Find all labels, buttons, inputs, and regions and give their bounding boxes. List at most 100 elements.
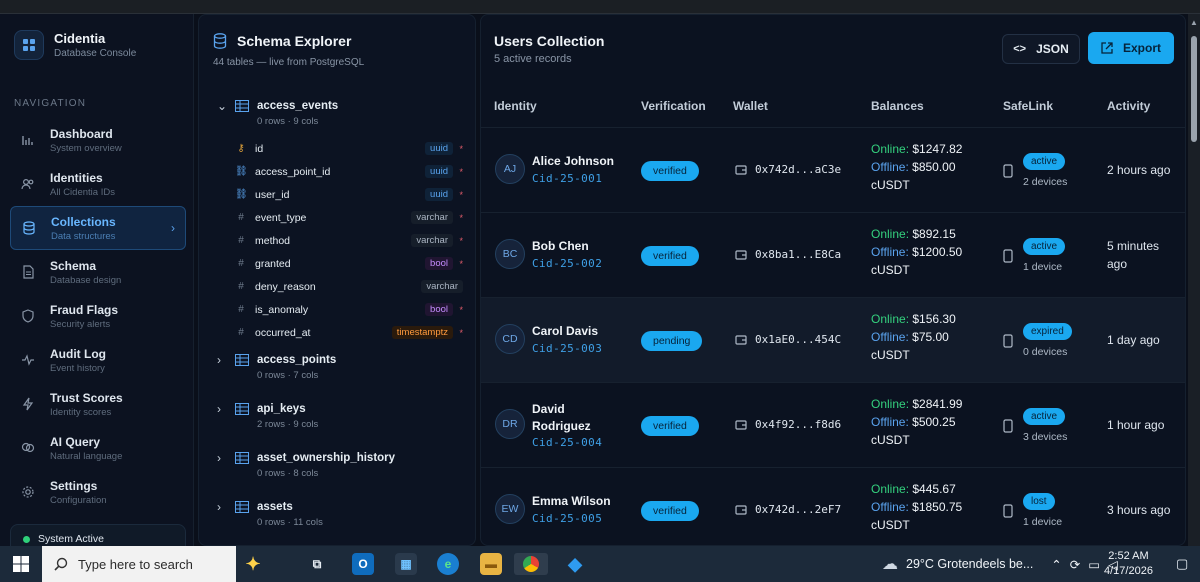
table-row[interactable]: EW Emma Wilson Cid-25-005 verified 0x742…	[481, 467, 1185, 545]
nav-heading: NAVIGATION	[14, 98, 87, 109]
table-row[interactable]: AJ Alice Johnson Cid-25-001 verified 0x7…	[481, 127, 1185, 212]
nav-item-trust-scores[interactable]: Trust Scores Identity scores	[10, 382, 186, 426]
gear-icon	[20, 484, 36, 500]
column-row[interactable]: # method varchar *	[235, 229, 467, 252]
table-row[interactable]: DR David Rodriguez Cid-25-004 verified 0…	[481, 382, 1185, 467]
nav-item-fraud-flags[interactable]: Fraud Flags Security alerts	[10, 294, 186, 338]
task-view-icon[interactable]: ⧉	[306, 553, 328, 575]
online-balance: $892.15	[912, 227, 956, 241]
column-name: method	[255, 234, 291, 247]
offline-balance: $1200.50	[912, 245, 963, 259]
outlook-icon[interactable]: O	[352, 553, 374, 575]
col-header-identity[interactable]: Identity	[494, 99, 537, 113]
avatar: BC	[495, 239, 525, 269]
table-header: Identity Verification Wallet Balances Sa…	[481, 91, 1185, 127]
column-row[interactable]: # is_anomaly bool *	[235, 298, 467, 321]
store-icon[interactable]: ▦	[395, 553, 417, 575]
scrollbar-thumb[interactable]	[1191, 36, 1197, 142]
taskbar-search-box[interactable]: Type here to search	[42, 546, 236, 582]
windows-start-icon[interactable]	[0, 546, 42, 582]
col-header-safelink[interactable]: SafeLink	[1003, 99, 1053, 113]
nav-item-sub: System overview	[50, 142, 122, 154]
required-marker: *	[459, 212, 463, 223]
system-status-label: System Active	[38, 533, 104, 545]
column-row[interactable]: ⛓ access_point_id uuid *	[235, 160, 467, 183]
user-name: Alice Johnson	[532, 154, 615, 168]
edge-icon[interactable]: e	[437, 553, 459, 575]
table-row[interactable]: BC Bob Chen Cid-25-002 verified 0x8ba1..…	[481, 212, 1185, 297]
nav-item-collections[interactable]: Collections Data structures ›	[10, 206, 186, 250]
column-row[interactable]: # granted bool *	[235, 252, 467, 275]
app-subtitle: Database Console	[54, 48, 137, 59]
scroll-up-icon[interactable]: ▲	[1190, 18, 1198, 27]
column-row[interactable]: # occurred_at timestamptz *	[235, 321, 467, 344]
chevron-down-icon[interactable]: ⌄	[217, 99, 231, 113]
network-icon[interactable]: ▭	[1088, 557, 1100, 572]
table-entry-asset-ownership-history[interactable]: › asset_ownership_history 0 rows · 8 cols	[217, 451, 467, 479]
column-row[interactable]: # event_type varchar *	[235, 206, 467, 229]
clock[interactable]: 2:52 AM 4/17/2026	[1104, 549, 1153, 579]
external-link-icon	[1101, 42, 1113, 54]
wallet-cell[interactable]: 0x4f92...f8d6	[735, 418, 841, 431]
table-row[interactable]: CD Carol Davis Cid-25-003 pending 0x1aE0…	[481, 297, 1185, 382]
safelink-status-badge: active	[1023, 238, 1066, 255]
search-icon	[54, 557, 68, 571]
onedrive-icon[interactable]: ⟳	[1070, 557, 1080, 572]
nav-item-ai-query[interactable]: AI Query Natural language	[10, 426, 186, 470]
shield-icon	[20, 308, 36, 324]
device-count: 2 devices	[1023, 176, 1068, 188]
online-balance: $445.67	[912, 482, 956, 496]
table-entry-access-points[interactable]: › access_points 0 rows · 7 cols	[217, 353, 467, 381]
column-row[interactable]: # deny_reason varchar	[235, 275, 467, 298]
table-icon	[235, 501, 249, 513]
app-logo-icon	[14, 30, 44, 60]
online-label: Online:	[871, 227, 910, 241]
col-header-verification[interactable]: Verification	[641, 99, 706, 113]
online-balance: $1247.82	[912, 142, 963, 156]
weather-icon[interactable]: ☁	[882, 554, 898, 574]
chevron-right-icon[interactable]: ›	[217, 451, 231, 465]
table-meta: 0 rows · 7 cols	[257, 370, 319, 381]
json-button[interactable]: <> JSON	[1002, 34, 1080, 64]
col-header-activity[interactable]: Activity	[1107, 99, 1150, 113]
export-button[interactable]: Export	[1088, 32, 1174, 64]
required-marker: *	[459, 304, 463, 315]
column-type: bool	[425, 257, 453, 270]
wallet-cell[interactable]: 0x742d...2eF7	[735, 503, 841, 516]
required-marker: *	[459, 166, 463, 177]
wallet-cell[interactable]: 0x1aE0...454C	[735, 333, 841, 346]
nav-item-identities[interactable]: Identities All Cidentia IDs	[10, 162, 186, 206]
column-row[interactable]: ⛓ user_id uuid *	[235, 183, 467, 206]
chevron-right-icon[interactable]: ›	[217, 402, 231, 416]
file-explorer-icon[interactable]: ▬	[480, 553, 502, 575]
wallet-cell[interactable]: 0x742d...aC3e	[735, 163, 841, 176]
table-entry-assets[interactable]: › assets 0 rows · 11 cols	[217, 500, 467, 528]
chrome-icon[interactable]	[514, 553, 548, 575]
vscode-icon[interactable]: ◆	[564, 553, 586, 575]
nav-item-audit-log[interactable]: Audit Log Event history	[10, 338, 186, 382]
chevron-right-icon[interactable]: ›	[217, 353, 231, 367]
copilot-sparkle-icon[interactable]: ✦	[242, 553, 264, 575]
chevron-right-icon[interactable]: ›	[217, 500, 231, 514]
weather-text[interactable]: 29°C Grotendeels be...	[906, 557, 1033, 571]
page-scrollbar[interactable]: ▲	[1188, 14, 1200, 546]
column-row[interactable]: ⚷ id uuid *	[235, 137, 467, 160]
nav-item-label: AI Query	[50, 434, 101, 449]
nav-item-dashboard[interactable]: Dashboard System overview	[10, 118, 186, 162]
required-marker: *	[459, 189, 463, 200]
notification-icon[interactable]: ▢	[1176, 556, 1188, 572]
user-name: Bob Chen	[532, 239, 589, 253]
column-type: varchar	[411, 211, 453, 224]
wallet-icon	[735, 164, 747, 175]
wallet-icon	[735, 419, 747, 430]
chevron-up-icon[interactable]: ⌃	[1051, 557, 1061, 572]
table-entry-api-keys[interactable]: › api_keys 2 rows · 9 cols	[217, 402, 467, 430]
table-entry-access-events[interactable]: ⌄ access_events 0 rows · 9 cols	[217, 99, 467, 127]
nav-item-settings[interactable]: Settings Configuration	[10, 470, 186, 514]
nav-item-sub: Configuration	[50, 494, 107, 506]
nav-item-schema[interactable]: Schema Database design	[10, 250, 186, 294]
col-header-wallet[interactable]: Wallet	[733, 99, 768, 113]
safelink-status-badge: lost	[1023, 493, 1055, 510]
col-header-balances[interactable]: Balances	[871, 99, 924, 113]
wallet-cell[interactable]: 0x8ba1...E8Ca	[735, 248, 841, 261]
